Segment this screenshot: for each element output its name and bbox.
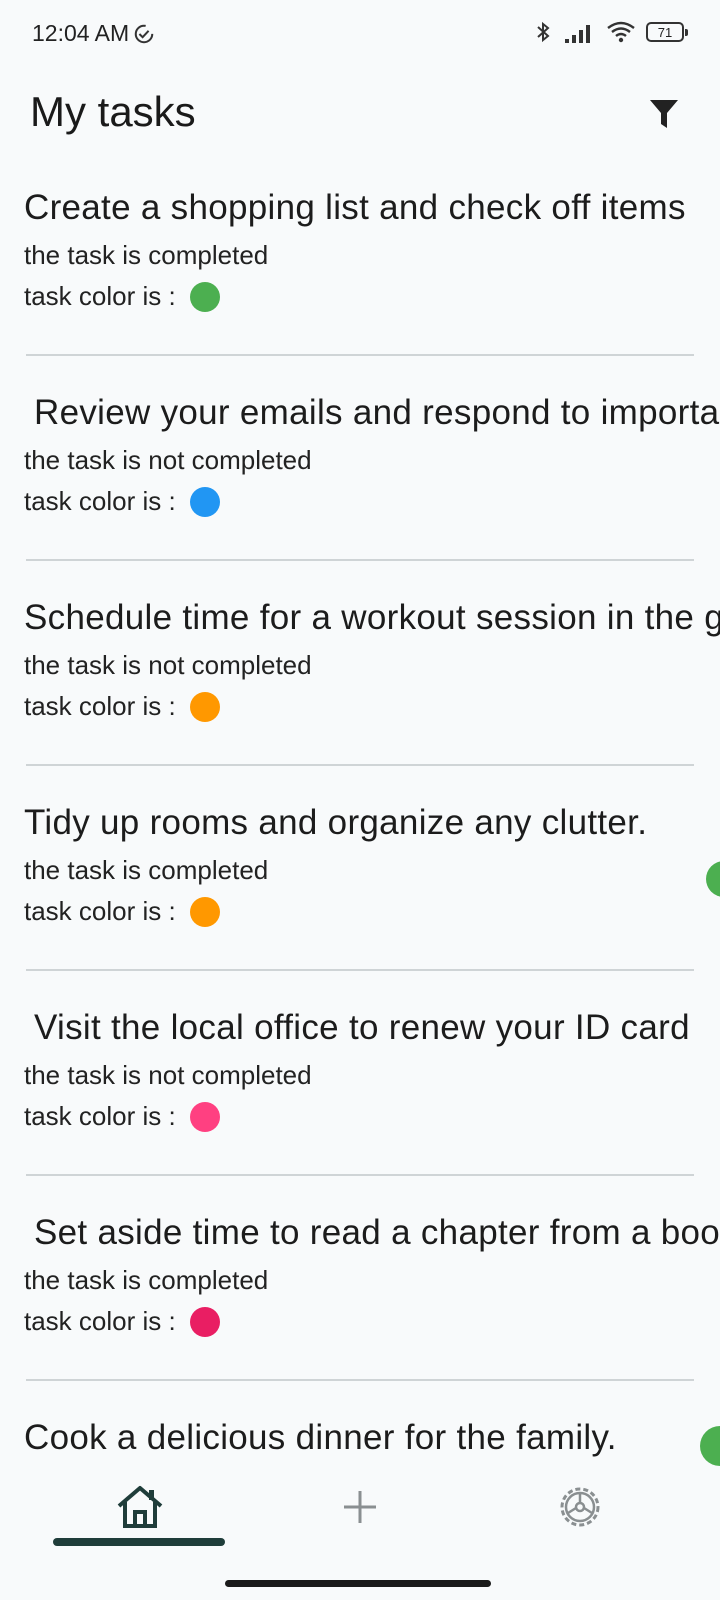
- task-color-label: task color is :: [24, 1101, 176, 1131]
- bluetooth-icon: [537, 21, 550, 43]
- task-status: the task is completed: [24, 240, 269, 270]
- battery-level: 71: [657, 24, 673, 40]
- task-color-label: task color is :: [24, 896, 176, 926]
- active-tab-indicator: [53, 1538, 225, 1546]
- task-item[interactable]: Create a shopping list and check off ite…: [0, 150, 720, 356]
- task-color-dot: [189, 1101, 220, 1132]
- task-item[interactable]: Review your emails and respond to import…: [0, 355, 720, 561]
- task-color-label: task color is :: [24, 1306, 176, 1336]
- task-status: the task is not completed: [24, 650, 312, 680]
- task-title: Cook a delicious dinner for the family.: [24, 1418, 617, 1457]
- wifi-icon: [607, 21, 635, 43]
- task-item[interactable]: Tidy up rooms and organize any clutter. t…: [0, 765, 720, 971]
- task-color-dot: [189, 896, 220, 927]
- task-status: the task is not completed: [24, 1060, 312, 1090]
- task-color-row: task color is :: [24, 896, 220, 927]
- task-title: Create a shopping list and check off ite…: [24, 188, 686, 227]
- task-title: Tidy up rooms and organize any clutter.: [24, 803, 648, 842]
- task-status: the task is completed: [24, 855, 269, 885]
- task-title: Visit the local office to renew your ID …: [34, 1008, 690, 1047]
- task-list[interactable]: Create a shopping list and check off ite…: [0, 150, 720, 1462]
- sync-check-icon: [134, 24, 154, 43]
- nav-add-task-button[interactable]: [300, 1472, 420, 1542]
- edge-indicator: [706, 861, 720, 897]
- page-title: My tasks: [30, 88, 196, 135]
- settings-gear-icon: [560, 1487, 600, 1527]
- task-color-row: task color is :: [24, 1306, 220, 1337]
- task-status: the task is not completed: [24, 445, 312, 475]
- task-item[interactable]: Schedule time for a workout session in t…: [0, 560, 720, 766]
- task-color-dot: [189, 1306, 220, 1337]
- app-header: My tasks: [0, 80, 720, 150]
- plus-icon: [344, 1491, 376, 1523]
- status-time-label: 12:04 AM: [32, 20, 130, 46]
- task-item[interactable]: Cook a delicious dinner for the family.: [0, 1380, 720, 1462]
- bottom-navigation: [0, 1426, 720, 1600]
- task-color-dot: [189, 691, 220, 722]
- nav-settings-button[interactable]: [520, 1472, 640, 1542]
- filter-button[interactable]: [644, 94, 684, 134]
- task-color-row: task color is :: [24, 281, 220, 312]
- screen: 12:04 AM 71 My tasks Create a shopping l…: [0, 0, 720, 1600]
- nav-home-button[interactable]: [80, 1472, 200, 1542]
- task-color-row: task color is :: [24, 691, 220, 722]
- task-color-row: task color is :: [24, 486, 220, 517]
- status-bar: 12:04 AM 71: [0, 0, 720, 70]
- task-color-row: task color is :: [24, 1101, 220, 1132]
- task-title: Set aside time to read a chapter from a …: [34, 1213, 720, 1252]
- home-icon: [117, 1486, 163, 1528]
- task-item[interactable]: Visit the local office to renew your ID …: [0, 970, 720, 1176]
- gesture-bar[interactable]: [225, 1580, 491, 1587]
- filter-icon: [650, 100, 678, 128]
- task-color-label: task color is :: [24, 691, 176, 721]
- status-icons: 71: [534, 20, 688, 44]
- task-color-label: task color is :: [24, 486, 176, 516]
- task-item[interactable]: Set aside time to read a chapter from a …: [0, 1175, 720, 1381]
- task-color-dot: [189, 281, 220, 312]
- status-time: 12:04 AM: [32, 20, 155, 47]
- task-title: Review your emails and respond to import…: [34, 393, 720, 432]
- task-status: the task is completed: [24, 1265, 269, 1295]
- signal-icon: [565, 25, 590, 43]
- task-color-label: task color is :: [24, 281, 176, 311]
- task-color-dot: [189, 486, 220, 517]
- battery-icon: 71: [646, 22, 688, 42]
- task-title: Schedule time for a workout session in t…: [24, 598, 720, 637]
